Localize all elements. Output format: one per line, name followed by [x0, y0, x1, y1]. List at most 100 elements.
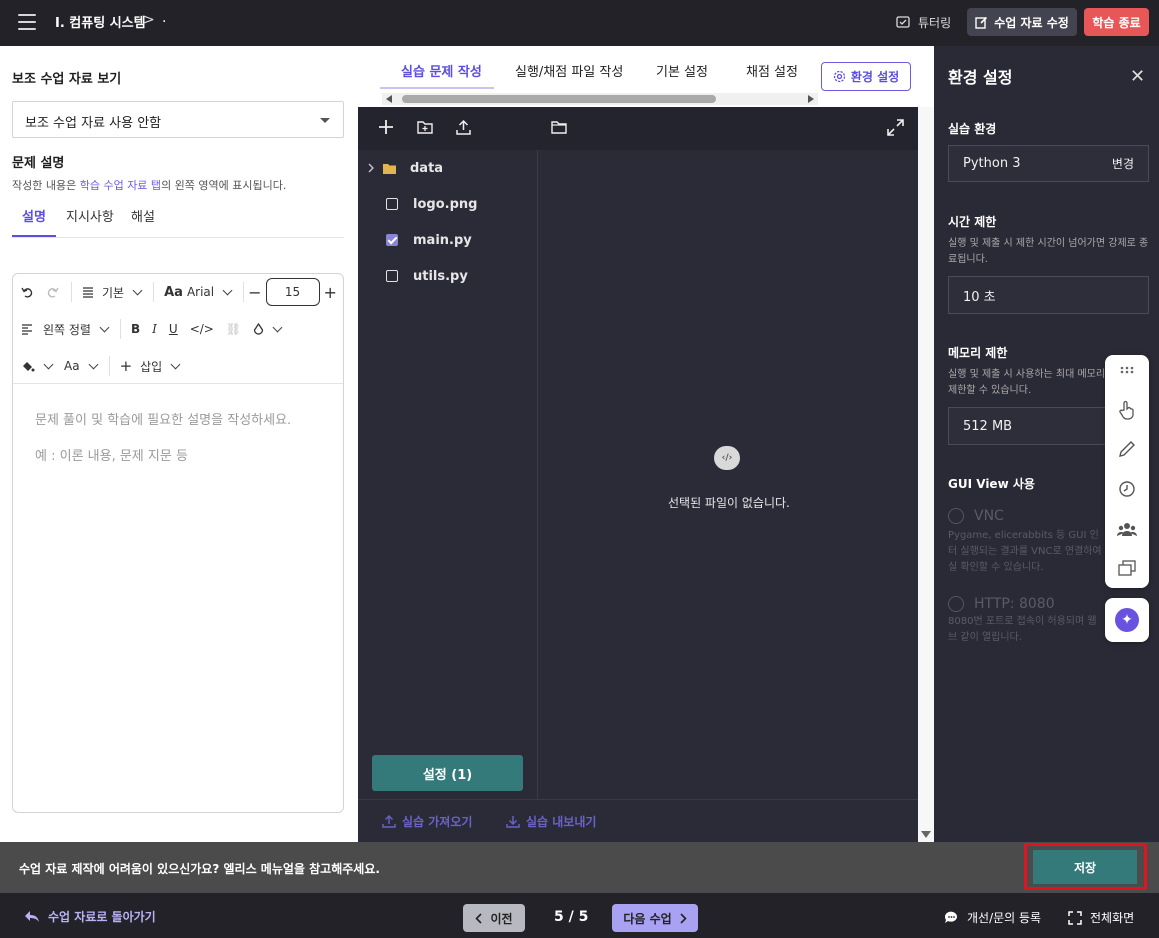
end-learning-button[interactable]: 학습 종료 [1084, 8, 1149, 36]
upload-icon[interactable] [456, 119, 471, 135]
import-practice-button[interactable]: 실습 가져오기 [382, 813, 472, 830]
tab-basic-settings[interactable]: 기본 설정 [656, 61, 708, 80]
chevron-right-icon[interactable] [368, 163, 375, 173]
memory-limit-value: 512 MB [963, 418, 1013, 434]
scroll-left-icon[interactable] [386, 95, 392, 103]
paragraph-style-dropdown[interactable]: 기본 [82, 284, 143, 301]
file-content-area: ‹/› 선택된 파일이 없습니다. [538, 150, 918, 799]
redo-icon[interactable] [46, 286, 59, 299]
font-size-input[interactable]: 15 [265, 278, 320, 306]
file-checkbox[interactable] [386, 198, 398, 210]
group-users-icon[interactable] [1115, 517, 1139, 541]
font-size-increase-icon[interactable]: + [324, 283, 337, 302]
align-dropdown[interactable]: 왼쪽 정렬 [21, 321, 110, 338]
new-folder-icon[interactable] [417, 120, 433, 134]
pointer-hand-icon[interactable] [1115, 398, 1139, 422]
fullscreen-button[interactable]: 전체화면 [1068, 909, 1134, 926]
aux-material-heading: 보조 수업 자료 보기 [12, 72, 122, 87]
vnc-radio[interactable]: VNC [948, 508, 1004, 524]
save-button[interactable]: 저장 [1033, 850, 1137, 884]
scroll-right-icon[interactable] [808, 95, 814, 103]
windows-icon[interactable] [1115, 556, 1139, 580]
desc-tabs: 설명 지시사항 해설 [12, 206, 344, 238]
link-icon[interactable]: ⛓ [226, 322, 241, 336]
file-tree: data logo.png main.py utils.py [358, 150, 538, 799]
editor-toolbar: 기본 Aa Arial − 15 + 왼쪽 정렬 B I U </> ⛓ Aa … [13, 274, 343, 384]
tutoring-icon [896, 15, 910, 30]
insert-dropdown[interactable]: + 삽입 [119, 357, 181, 375]
edit-material-button[interactable]: 수업 자료 수정 [967, 8, 1077, 36]
new-file-icon[interactable] [378, 119, 394, 135]
tree-file-logo[interactable]: logo.png [358, 186, 538, 222]
vertical-scrollbar[interactable] [918, 107, 934, 842]
scrollbar-thumb[interactable] [402, 95, 716, 103]
file-checkbox[interactable] [386, 270, 398, 282]
text-color-dropdown[interactable] [253, 322, 283, 336]
env-value: Python 3 [963, 156, 1021, 171]
folder-icon[interactable] [551, 120, 567, 134]
expand-icon[interactable] [887, 119, 904, 136]
next-label: 다음 수업 [623, 911, 672, 926]
learning-material-tab-link[interactable]: 학습 수업 자료 탭 [80, 179, 161, 192]
http-label: HTTP: 8080 [974, 596, 1055, 612]
sparkle-icon: ✦ [1115, 608, 1139, 632]
tab-grading-settings[interactable]: 채점 설정 [746, 61, 798, 80]
breadcrumb-course[interactable]: I. 컴퓨팅 시스템 [55, 12, 146, 31]
inquiry-label: 개선/문의 등록 [967, 911, 1042, 925]
italic-icon[interactable]: I [152, 322, 157, 336]
env-settings-button[interactable]: 환경 설정 [821, 62, 911, 91]
highlight-dropdown[interactable] [21, 359, 54, 373]
font-family-dropdown[interactable]: Aa Arial [164, 285, 233, 300]
settings-button[interactable]: 설정 (1) [372, 755, 523, 791]
tabs-scrollbar[interactable] [382, 93, 818, 105]
tree-file-main[interactable]: main.py [358, 222, 538, 258]
aux-material-select[interactable]: 보조 수업 자료 사용 안함 [12, 101, 344, 138]
chat-icon [944, 911, 957, 923]
underline-icon[interactable]: U [169, 322, 178, 336]
undo-icon[interactable] [21, 286, 34, 299]
inquiry-button[interactable]: 개선/문의 등록 [944, 909, 1041, 926]
next-lesson-button[interactable]: 다음 수업 [612, 904, 698, 932]
time-limit-value: 10 초 [963, 289, 996, 305]
desc-note-text: 작성한 내용은 [12, 179, 80, 192]
code-icon[interactable]: </> [190, 322, 214, 336]
drag-dots-icon[interactable] [1115, 358, 1139, 382]
reply-arrow-icon [24, 910, 40, 923]
panel-title: 환경 설정 [948, 68, 1013, 87]
tree-file-utils[interactable]: utils.py [358, 258, 538, 294]
tab-description[interactable]: 설명 [12, 206, 56, 237]
tab-run-grade-files[interactable]: 실행/채점 파일 작성 [515, 61, 623, 80]
prev-button[interactable]: 이전 [463, 904, 525, 932]
back-to-material-button[interactable]: 수업 자료로 돌아가기 [24, 908, 156, 925]
env-change-button[interactable]: 변경 [1112, 155, 1134, 172]
breadcrumb-current: . [162, 10, 167, 26]
scroll-down-icon[interactable] [921, 831, 931, 838]
plus-icon: + [119, 357, 133, 375]
file-checkbox-checked[interactable] [386, 234, 398, 246]
tutoring-button[interactable]: 튜터링 [896, 14, 951, 31]
close-icon[interactable]: ✕ [1130, 66, 1145, 87]
desc-note-text-post: 의 왼쪽 영역에 표시됩니다. [161, 179, 287, 192]
tab-practice-problem[interactable]: 실습 문제 작성 [401, 61, 482, 80]
editor-placeholder[interactable]: 문제 풀이 및 학습에 필요한 설명을 작성하세요. [35, 409, 291, 428]
font-size-decrease-icon[interactable]: − [248, 283, 261, 302]
http-radio[interactable]: HTTP: 8080 [948, 596, 1055, 612]
list-icon [83, 286, 93, 298]
ai-assistant-button[interactable]: ✦ [1105, 598, 1149, 642]
help-text[interactable]: 수업 자료 제작에 어려움이 있으신가요? 엘리스 메뉴얼을 참고해주세요. [19, 860, 380, 877]
insert-label: 삽입 [140, 359, 163, 374]
text-case-dropdown[interactable]: Aa [64, 359, 99, 373]
pen-icon[interactable] [1115, 437, 1139, 461]
tree-folder-data[interactable]: data [358, 150, 538, 186]
export-practice-button[interactable]: 실습 내보내기 [506, 813, 596, 830]
align-left-icon [22, 323, 32, 335]
file-name: main.py [413, 232, 472, 248]
tab-solution[interactable]: 해설 [131, 206, 155, 235]
tab-instructions[interactable]: 지시사항 [66, 206, 114, 235]
breadcrumb-separator: > [143, 12, 155, 28]
timer-icon[interactable] [1115, 477, 1139, 501]
back-label: 수업 자료로 돌아가기 [48, 910, 156, 924]
time-limit-input[interactable]: 10 초 [948, 276, 1149, 314]
bold-icon[interactable]: B [131, 322, 140, 336]
menu-icon[interactable] [18, 14, 36, 30]
